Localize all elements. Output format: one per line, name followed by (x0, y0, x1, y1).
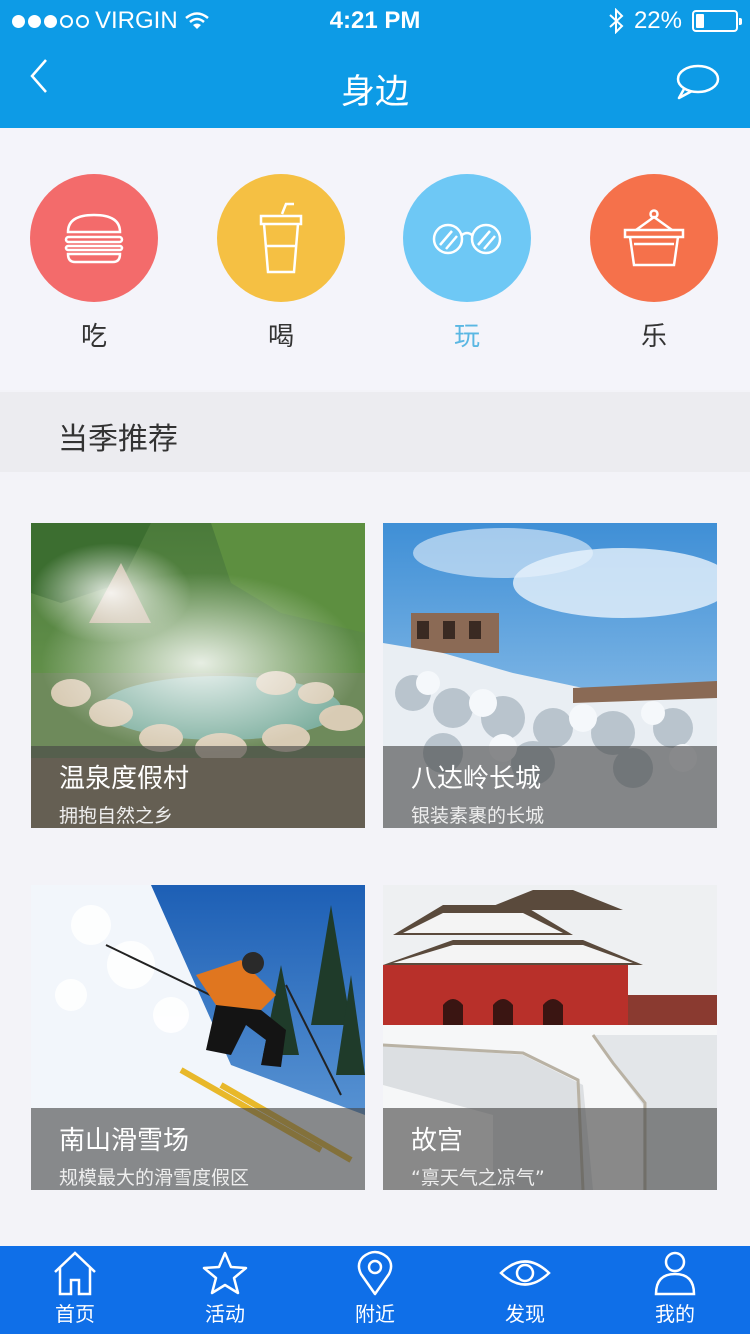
tab-discover[interactable]: 发现 (450, 1246, 600, 1334)
card-title: 故宫 (411, 1126, 464, 1156)
card-subtitle: “禀天气之凉气” (411, 1167, 545, 1189)
card-caption: 故宫 “禀天气之凉气” (383, 1108, 717, 1190)
category-eat-circle[interactable] (30, 174, 158, 302)
card-caption: 八达岭长城 银装素裹的长城 (383, 746, 717, 828)
location-pin-icon (357, 1250, 393, 1296)
recommend-card-great-wall[interactable]: 八达岭长城 银装素裹的长城 (383, 523, 717, 828)
category-eat-label: 吃 (80, 322, 107, 352)
category-drink[interactable]: 喝 (217, 174, 345, 353)
tab-home[interactable]: 首页 (0, 1246, 150, 1334)
tab-nearby-label: 附近 (355, 1302, 395, 1326)
sunglasses-icon (432, 223, 502, 255)
card-title: 温泉度假村 (59, 764, 190, 794)
eye-icon (499, 1260, 551, 1286)
category-drink-circle[interactable] (217, 174, 345, 302)
category-fun-circle[interactable] (590, 174, 718, 302)
battery-percent: 22% (633, 7, 682, 34)
card-title: 八达岭长城 (411, 764, 542, 794)
recommend-card-ski-resort[interactable]: 南山滑雪场 规模最大的滑雪度假区 (31, 885, 365, 1190)
status-right: 22% (608, 7, 742, 35)
tab-discover-label: 发现 (505, 1302, 545, 1326)
category-play-label: 玩 (453, 322, 480, 352)
card-caption: 温泉度假村 拥抱自然之乡 (31, 746, 365, 828)
tab-mine[interactable]: 我的 (600, 1246, 750, 1334)
chat-bubble-icon[interactable] (674, 62, 720, 102)
card-caption: 南山滑雪场 规模最大的滑雪度假区 (31, 1108, 365, 1190)
app-header: VIRGIN 4:21 PM 22% 身边 (0, 0, 750, 128)
tab-activity[interactable]: 活动 (150, 1246, 300, 1334)
card-subtitle: 银装素裹的长城 (411, 805, 545, 827)
home-icon (54, 1251, 96, 1296)
page-title: 身边 (341, 72, 409, 112)
recommend-card-hot-spring[interactable]: 温泉度假村 拥抱自然之乡 (31, 523, 365, 828)
card-subtitle: 规模最大的滑雪度假区 (59, 1167, 250, 1189)
burger-icon (64, 213, 124, 264)
star-icon (202, 1251, 248, 1295)
category-play-circle[interactable] (403, 174, 531, 302)
tab-nearby[interactable]: 附近 (300, 1246, 450, 1334)
recommend-card-forbidden-city[interactable]: 故宫 “禀天气之凉气” (383, 885, 717, 1190)
category-eat[interactable]: 吃 (30, 174, 158, 353)
bluetooth-icon (609, 8, 624, 34)
status-bar: VIRGIN 4:21 PM 22% (0, 0, 750, 40)
drink-cup-icon (259, 202, 303, 274)
category-row: 吃 喝 玩 乐 (0, 128, 750, 390)
card-title: 南山滑雪场 (59, 1126, 190, 1156)
category-play[interactable]: 玩 (403, 174, 531, 353)
tab-activity-label: 活动 (205, 1302, 245, 1326)
section-title: 当季推荐 (58, 422, 178, 457)
tab-mine-label: 我的 (655, 1302, 695, 1326)
basket-icon (623, 209, 685, 267)
category-drink-label: 喝 (267, 322, 294, 352)
category-fun[interactable]: 乐 (590, 174, 718, 353)
section-header: 当季推荐 (0, 392, 750, 472)
category-fun-label: 乐 (640, 322, 667, 352)
battery-icon (692, 10, 742, 32)
nav-bar: 身边 (0, 40, 750, 128)
user-icon (654, 1251, 696, 1296)
bottom-tab-bar: 首页 活动 附近 发现 我的 (0, 1246, 750, 1334)
card-subtitle: 拥抱自然之乡 (59, 805, 174, 827)
tab-home-label: 首页 (55, 1302, 95, 1326)
